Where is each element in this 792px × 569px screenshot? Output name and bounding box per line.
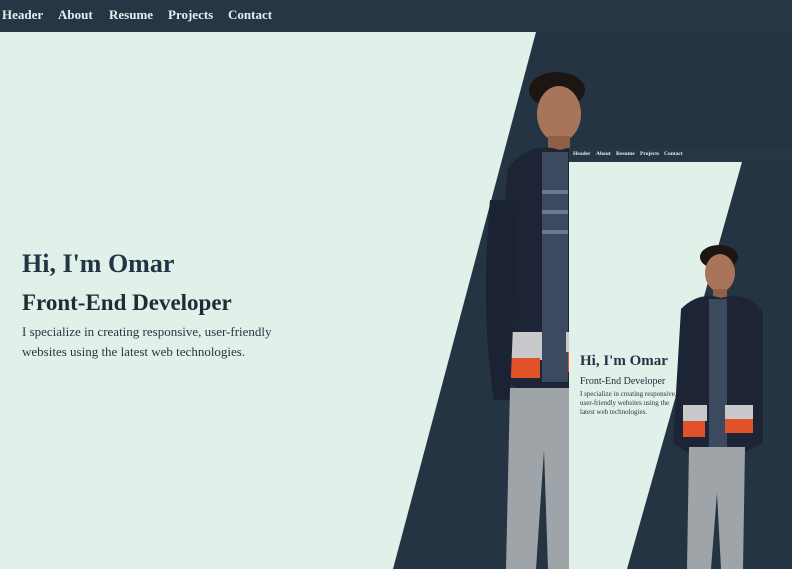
- hero-subtitle: Front-End Developer: [22, 290, 232, 315]
- site-preview-thumbnail: Header About Resume Projects Contact Hi,…: [569, 148, 792, 569]
- top-nav: Header About Resume Projects Contact: [0, 0, 792, 32]
- preview-nav: Header About Resume Projects Contact: [569, 148, 792, 162]
- preview-subtitle: Front-End Developer: [580, 376, 666, 387]
- hero-title: Hi, I'm Omar: [22, 249, 175, 278]
- preview-nav-about: About: [596, 151, 611, 157]
- preview-description: I specialize in creating responsive, use…: [580, 390, 677, 416]
- nav-link-projects[interactable]: Projects: [168, 7, 213, 23]
- nav-link-contact[interactable]: Contact: [228, 7, 272, 23]
- nav-link-about[interactable]: About: [58, 7, 93, 23]
- preview-nav-resume: Resume: [616, 151, 635, 157]
- preview-title: Hi, I'm Omar: [580, 353, 668, 369]
- nav-link-resume[interactable]: Resume: [109, 7, 153, 23]
- preview-profile-photo: [673, 245, 763, 569]
- preview-nav-header: Header: [573, 151, 591, 157]
- hero-description: I specialize in creating responsive, use…: [22, 324, 272, 359]
- preview-nav-contact: Contact: [664, 151, 683, 157]
- preview-nav-projects: Projects: [640, 151, 660, 157]
- nav-link-header[interactable]: Header: [2, 7, 43, 23]
